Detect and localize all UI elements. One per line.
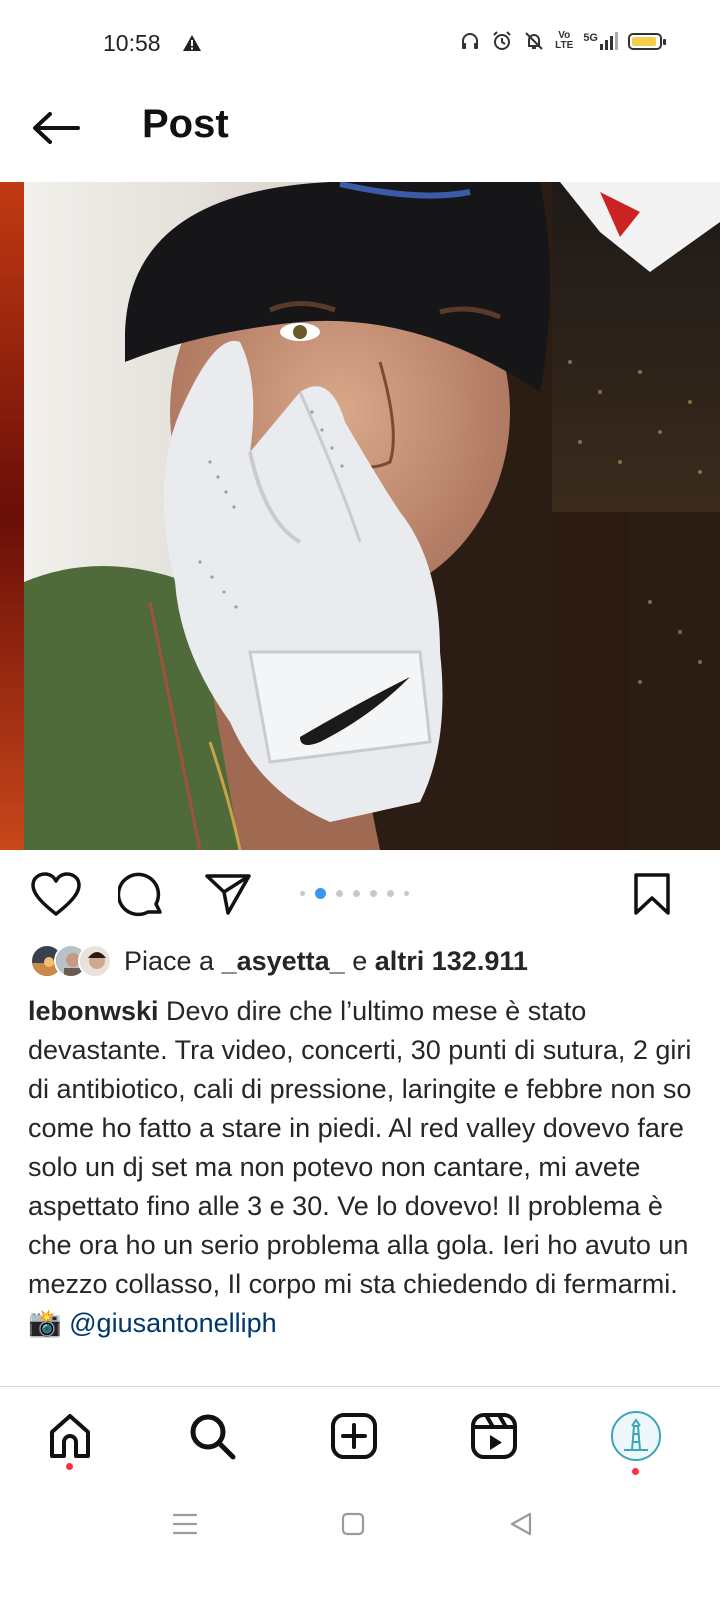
share-button[interactable] [204,872,252,916]
heart-icon [31,872,81,916]
likes-text[interactable]: Piace a _asyetta_ e altri 132.911 [124,946,528,977]
system-menu-button[interactable] [172,1510,198,1543]
likes-count[interactable]: altri 132.911 [375,946,528,976]
nav-search[interactable] [184,1408,240,1464]
status-time: 10:58 [103,30,161,56]
signal-indicator: 5G [583,32,618,50]
camera-emoji: 📸 [28,1308,62,1338]
post-image[interactable] [0,182,720,850]
caption-mention[interactable]: @giusantonelliph [69,1308,277,1338]
save-button[interactable] [632,872,672,916]
caption-username[interactable]: lebonwski [28,996,159,1026]
network-label: 5G [583,32,598,44]
volte-label: Vo LTE [555,30,574,51]
bookmark-icon [634,873,670,915]
home-icon [50,1414,90,1458]
status-icons: Vo LTE 5G [459,30,666,52]
likes-row[interactable]: Piace a _asyetta_ e altri 132.911 [30,944,528,978]
post-caption: lebonwski Devo dire che l’ultimo mese è … [28,992,694,1343]
nav-reels[interactable] [466,1408,522,1464]
system-back-button[interactable] [508,1510,534,1543]
liker-username[interactable]: _asyetta_ [222,946,345,976]
warning-icon [182,34,202,57]
back-arrow-icon [33,112,80,144]
carousel-dot [336,890,343,897]
headphones-icon [462,33,479,49]
carousel-dot [404,891,409,896]
back-button[interactable] [30,108,82,148]
search-icon [190,1414,236,1460]
alarm-icon [493,31,511,50]
nav-home[interactable] [42,1408,98,1464]
menu-icon [172,1513,198,1535]
square-icon [341,1512,365,1536]
carousel-dot [370,890,377,897]
nav-create[interactable] [326,1408,382,1464]
like-button[interactable] [30,872,82,918]
liker-avatar [78,944,112,978]
system-home-button[interactable] [340,1510,366,1543]
carousel-dot [300,891,305,896]
reels-icon [471,1413,517,1459]
caption-text: Devo dire che l’ultimo mese è stato deva… [28,996,692,1299]
battery-level [632,36,656,46]
likes-prefix: Piace a [124,945,215,976]
home-notification-dot [66,1463,73,1470]
battery-icon [628,32,666,50]
likes-middle: e [352,945,368,976]
carousel-dot-active [315,888,326,899]
profile-notification-dot [632,1468,639,1475]
carousel-indicator [300,888,409,899]
post-photo-illustration [0,182,720,850]
nav-profile[interactable] [608,1408,664,1464]
comment-icon [116,872,162,917]
send-icon [205,874,251,915]
profile-avatar [611,1411,661,1461]
page-title: Post [142,102,229,146]
triangle-back-icon [510,1512,532,1536]
nav-divider [0,1386,720,1387]
create-icon [331,1413,377,1459]
carousel-dot [387,890,394,897]
comment-button[interactable] [116,872,166,920]
bell-muted-icon [525,32,543,50]
carousel-dot [353,890,360,897]
